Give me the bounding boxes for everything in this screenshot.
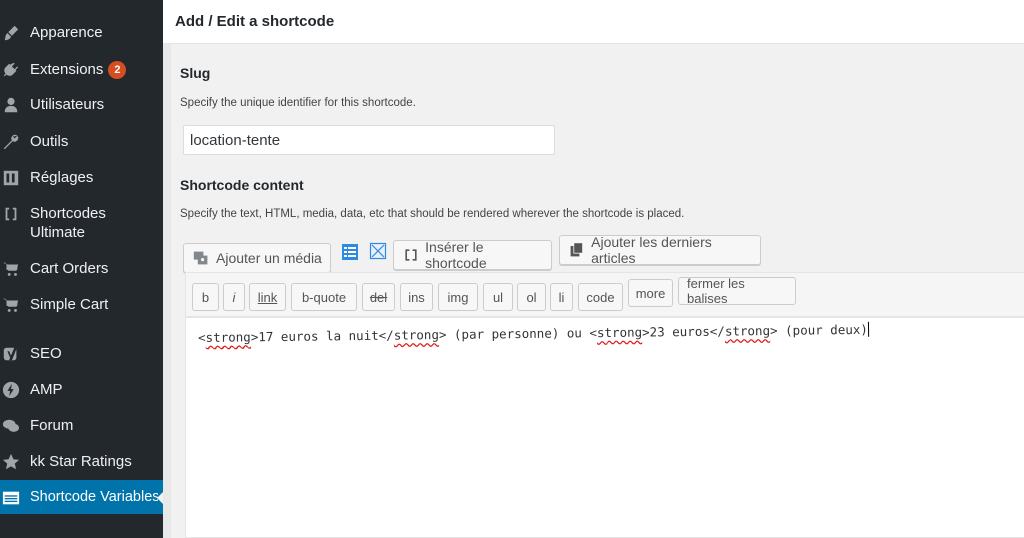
panel-edge — [163, 0, 171, 538]
sidebar-item-label: Cart Orders — [30, 260, 109, 277]
add-latest-posts-label: Ajouter les derniers articles — [591, 234, 712, 266]
update-count-badge: 2 — [108, 61, 127, 79]
slug-label: Slug — [180, 65, 211, 81]
documents-icon — [568, 241, 585, 259]
qt-italic-button[interactable]: i — [223, 283, 245, 311]
qt-close-tags-button[interactable]: fermer les balises — [678, 276, 796, 306]
add-media-button[interactable]: Ajouter un média — [183, 243, 331, 273]
sidebar-item-apparence[interactable]: Apparence — [0, 23, 163, 42]
plugin-icon — [2, 61, 20, 79]
sidebar-item-label: Extensions — [30, 61, 104, 78]
sidebar-item-amp[interactable]: AMP — [0, 380, 163, 399]
sidebar-item-simple-cart[interactable]: Simple Cart — [0, 295, 163, 314]
cart-icon — [2, 296, 20, 314]
sidebar-item-reglages[interactable]: Réglages — [0, 168, 163, 187]
admin-sidebar: Apparence Extensions 2 Utilisateurs Outil… — [0, 0, 164, 538]
list-view-icon[interactable] — [341, 243, 359, 261]
spellcheck-word: strong — [393, 327, 440, 343]
slug-input[interactable] — [183, 125, 555, 155]
sidebar-item-label: SEO — [30, 345, 62, 362]
text-cursor — [867, 321, 869, 337]
wrench-icon — [2, 133, 20, 151]
qt-blockquote-button[interactable]: b-quote — [291, 283, 357, 311]
editor-text[interactable]: <strong>17 euros la nuit</strong> (par p… — [198, 321, 869, 345]
shortcode-content-description: Specify the text, HTML, media, data, etc… — [180, 208, 685, 220]
sidebar-item-utilisateurs[interactable]: Utilisateurs — [0, 95, 163, 114]
content-editor[interactable]: <strong>17 euros la nuit</strong> (par p… — [185, 317, 1024, 538]
forum-icon — [2, 417, 20, 435]
sidebar-item-kk-star-ratings[interactable]: kk Star Ratings — [0, 452, 163, 471]
insert-shortcode-button[interactable]: Insérer le shortcode — [393, 239, 552, 271]
insert-shortcode-label: Insérer le shortcode — [425, 239, 487, 271]
sidebar-item-label: Réglages — [30, 169, 94, 186]
sidebar-item-shortcodes-ultimate[interactable]: Shortcodes Ultimate — [0, 204, 163, 242]
brackets-icon — [402, 246, 419, 264]
sidebar-item-label: Shortcodes Ultimate — [30, 205, 106, 241]
slug-description: Specify the unique identifier for this s… — [180, 97, 416, 109]
sidebar-item-label: Apparence — [30, 24, 103, 41]
sidebar-item-cart-orders[interactable]: Cart Orders — [0, 259, 163, 278]
qt-del-button[interactable]: del — [362, 283, 395, 311]
media-icon — [192, 249, 210, 267]
yoast-icon — [2, 345, 20, 363]
amp-icon — [2, 381, 20, 399]
qt-ul-button[interactable]: ul — [483, 283, 513, 311]
sidebar-item-forum[interactable]: Forum — [0, 416, 163, 435]
sidebar-item-extensions[interactable]: Extensions 2 — [0, 60, 163, 79]
qt-bold-button[interactable]: b — [192, 283, 219, 311]
sidebar-item-label: Simple Cart — [30, 296, 109, 313]
star-icon — [2, 453, 20, 471]
qt-code-button[interactable]: code — [578, 283, 623, 311]
panel-header: Add / Edit a shortcode — [163, 0, 1024, 44]
shortcode-content-label: Shortcode content — [180, 177, 304, 193]
qt-more-button[interactable]: more — [628, 279, 673, 307]
sidebar-item-label: Forum — [30, 417, 74, 434]
editor-content: <strong>17 euros la nuit</strong> (par p… — [198, 321, 868, 345]
cart-icon — [2, 260, 20, 278]
qt-li-button[interactable]: li — [550, 283, 573, 311]
qt-img-button[interactable]: img — [438, 283, 478, 311]
sidebar-item-shortcode-variables[interactable]: Shortcode Variables — [0, 480, 164, 514]
add-media-label: Ajouter un média — [216, 250, 322, 266]
sidebar-item-label: Shortcode Variables — [30, 488, 158, 505]
spellcheck-word: strong — [596, 324, 643, 341]
image-placeholder-icon[interactable] — [369, 242, 387, 260]
main-content: Add / Edit a shortcode Slug Specify the … — [163, 0, 1024, 538]
sidebar-item-seo[interactable]: SEO — [0, 344, 163, 363]
quicktags-toolbar: b i link b-quote del ins img ul ol li co… — [185, 272, 1024, 317]
settings-icon — [2, 169, 20, 187]
sidebar-item-label: kk Star Ratings — [30, 453, 132, 470]
qt-ins-button[interactable]: ins — [400, 283, 433, 311]
spellcheck-word: strong — [205, 329, 251, 345]
spellcheck-word: strong — [724, 323, 771, 339]
qt-ol-button[interactable]: ol — [517, 283, 546, 311]
sidebar-item-outils[interactable]: Outils — [0, 132, 163, 151]
users-icon — [2, 96, 20, 114]
sidebar-item-label: Outils — [30, 133, 69, 150]
panel-title: Add / Edit a shortcode — [175, 13, 335, 30]
qt-link-button[interactable]: link — [249, 283, 286, 311]
add-latest-posts-button[interactable]: Ajouter les derniers articles — [559, 234, 761, 266]
table-icon — [2, 489, 20, 507]
sidebar-item-label: Utilisateurs — [30, 96, 105, 113]
brackets-icon — [2, 205, 20, 223]
sidebar-item-label: AMP — [30, 381, 63, 398]
paintbrush-icon — [2, 24, 20, 42]
